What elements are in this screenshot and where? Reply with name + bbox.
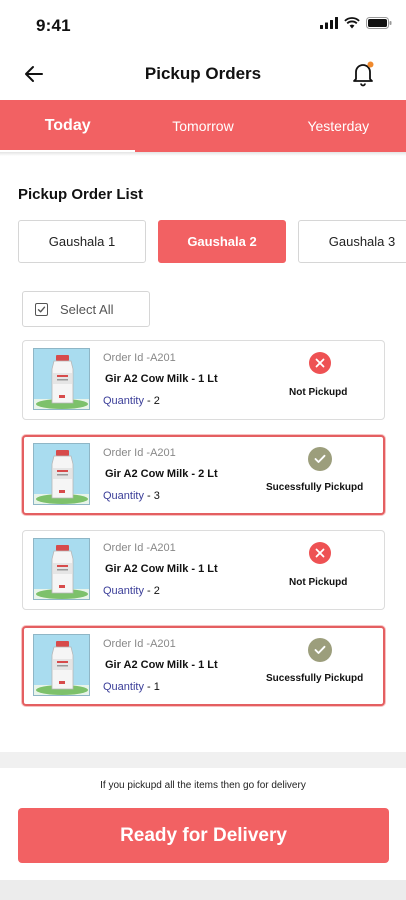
- order-card[interactable]: Order Id -A201 Gir A2 Cow Milk - 1 Lt Qu…: [22, 340, 385, 420]
- order-card[interactable]: Order Id -A201 Gir A2 Cow Milk - 1 Lt Qu…: [22, 626, 385, 706]
- quantity-label: Quantity: [103, 585, 144, 597]
- footer-divider: [0, 752, 406, 768]
- status-icons: [320, 16, 392, 34]
- order-id: Order Id -A201: [103, 542, 176, 554]
- order-id: Order Id -A201: [103, 352, 176, 364]
- select-all-toggle[interactable]: Select All: [22, 291, 150, 327]
- milk-bottle-image: [33, 634, 90, 696]
- battery-icon: [366, 16, 392, 34]
- gaushala-1-chip[interactable]: Gaushala 1: [18, 220, 146, 263]
- select-all-checkbox[interactable]: [35, 302, 48, 316]
- tab-today[interactable]: Today: [0, 100, 136, 153]
- order-id: Order Id -A201: [103, 447, 176, 459]
- quantity-value: 1: [153, 681, 160, 693]
- cross-icon: [309, 352, 331, 374]
- order-card[interactable]: Order Id -A201 Gir A2 Cow Milk - 1 Lt Qu…: [22, 530, 385, 610]
- product-name: Gir A2 Cow Milk - 1 Lt: [105, 563, 218, 575]
- product-name: Gir A2 Cow Milk - 2 Lt: [105, 468, 218, 480]
- day-tabs: Today Tomorrow Yesterday: [0, 100, 406, 153]
- milk-bottle-image: [33, 443, 90, 505]
- bottom-strip: [0, 880, 406, 900]
- gaushala-3-chip[interactable]: Gaushala 3: [298, 220, 406, 263]
- quantity-value: 3: [153, 490, 160, 502]
- product-name: Gir A2 Cow Milk - 1 Lt: [105, 659, 218, 671]
- pickup-status: Not Pickupd: [289, 577, 348, 588]
- order-quantity: Quantity - 2: [103, 585, 160, 597]
- order-quantity: Quantity - 2: [103, 395, 160, 407]
- quantity-label: Quantity: [103, 681, 144, 693]
- order-quantity: Quantity - 3: [103, 490, 160, 502]
- notifications-button[interactable]: [350, 60, 376, 88]
- select-all-label: Select All: [60, 301, 114, 317]
- order-id: Order Id -A201: [103, 638, 176, 650]
- page-title: Pickup Orders: [144, 64, 262, 83]
- milk-bottle-image: [33, 538, 90, 600]
- quantity-value: 2: [153, 585, 160, 597]
- pickup-status: Sucessfully Pickupd: [266, 673, 364, 684]
- bell-icon: [353, 61, 374, 87]
- pickup-status: Sucessfully Pickupd: [266, 482, 364, 493]
- ready-for-delivery-button[interactable]: Ready for Delivery: [18, 808, 389, 863]
- tabs-divider: [0, 152, 406, 156]
- cross-icon: [309, 542, 331, 564]
- order-card[interactable]: Order Id -A201 Gir A2 Cow Milk - 2 Lt Qu…: [22, 435, 385, 515]
- pickup-status: Not Pickupd: [289, 387, 348, 398]
- quantity-value: 2: [153, 395, 160, 407]
- quantity-label: Quantity: [103, 490, 144, 502]
- tab-tomorrow[interactable]: Tomorrow: [135, 100, 270, 152]
- check-icon: [308, 638, 332, 662]
- status-bar: 9:41: [0, 0, 406, 48]
- pickup-orders-screen: 9:41 Pickup Orders Today Tomorrow Yester…: [0, 0, 406, 900]
- milk-bottle-image: [33, 348, 90, 410]
- app-header: Pickup Orders: [0, 48, 406, 100]
- quantity-label: Quantity: [103, 395, 144, 407]
- check-icon: [308, 447, 332, 471]
- checkmark-icon: [37, 306, 46, 312]
- wifi-icon: [344, 16, 360, 34]
- section-title: Pickup Order List: [18, 186, 144, 203]
- product-name: Gir A2 Cow Milk - 1 Lt: [105, 373, 218, 385]
- order-quantity: Quantity - 1: [103, 681, 160, 693]
- tab-yesterday[interactable]: Yesterday: [271, 100, 406, 152]
- gaushala-2-chip[interactable]: Gaushala 2: [158, 220, 286, 263]
- gaushala-selector: Gaushala 1 Gaushala 2 Gaushala 3: [18, 220, 406, 263]
- delivery-hint: If you pickupd all the items then go for…: [100, 780, 306, 791]
- signal-icon: [320, 16, 338, 34]
- status-time: 9:41: [36, 16, 71, 35]
